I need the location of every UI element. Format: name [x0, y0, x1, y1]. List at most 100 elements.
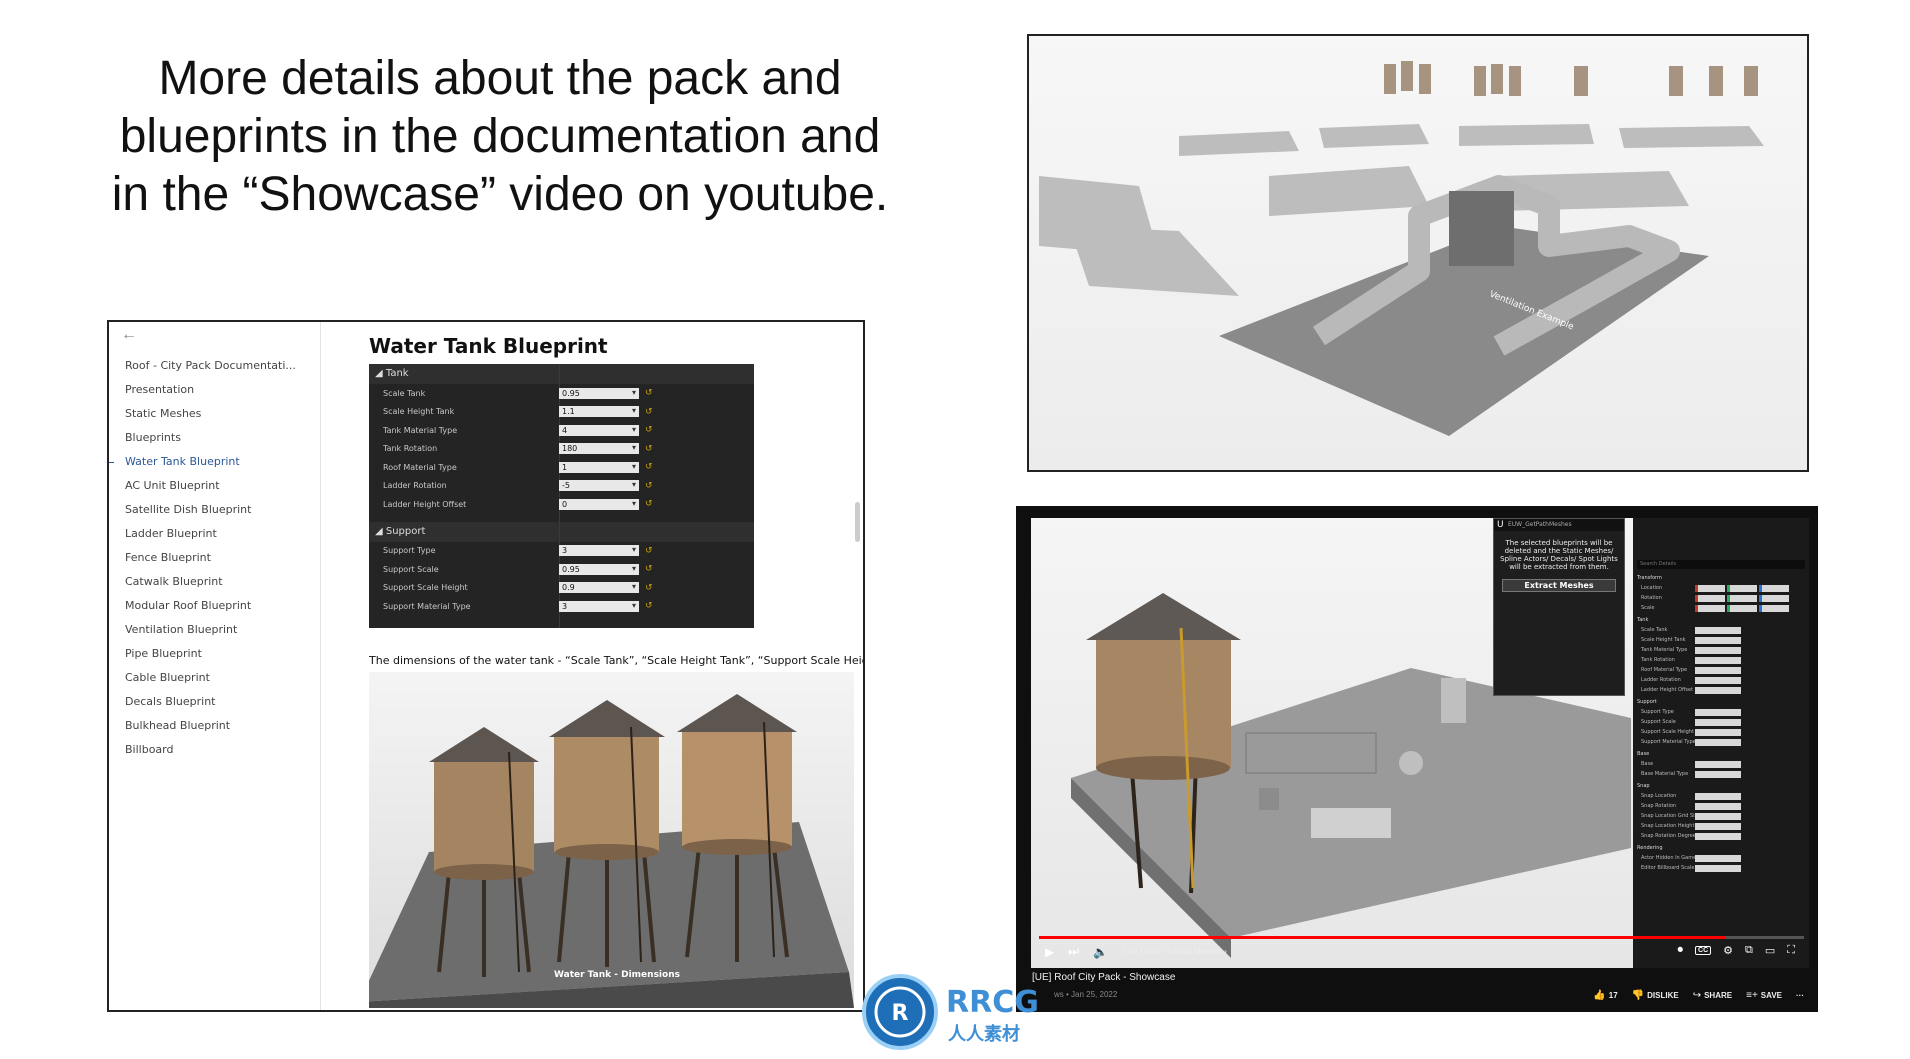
doc-nav-item[interactable]: Water Tank Blueprint: [125, 450, 296, 474]
play-icon[interactable]: ▶: [1045, 945, 1054, 959]
dislike-button[interactable]: 👎 DISLIKE: [1632, 990, 1679, 1001]
details-row-label: Support Scale: [1641, 719, 1676, 725]
details-section-header[interactable]: Support: [1633, 697, 1809, 707]
property-value-field[interactable]: 0.95: [559, 387, 639, 399]
reset-icon[interactable]: ↺: [645, 388, 653, 398]
doc-nav-item[interactable]: Ladder Blueprint: [125, 522, 296, 546]
details-row-field[interactable]: [1695, 686, 1741, 694]
details-row-field[interactable]: [1695, 676, 1741, 684]
like-button[interactable]: 👍 17: [1593, 990, 1617, 1001]
doc-nav-item[interactable]: Cable Blueprint: [125, 666, 296, 690]
details-row-field[interactable]: [1695, 792, 1741, 800]
properties-section-header[interactable]: ◢ Tank: [369, 364, 754, 384]
property-value-field[interactable]: 0.9: [559, 581, 639, 594]
axis-field[interactable]: [1727, 594, 1757, 602]
details-row-field[interactable]: [1695, 770, 1741, 778]
reset-icon[interactable]: ↺: [645, 425, 653, 435]
doc-nav-item[interactable]: Catwalk Blueprint: [125, 570, 296, 594]
axis-field[interactable]: [1759, 584, 1789, 592]
more-icon[interactable]: ···: [1796, 991, 1804, 1000]
details-row-field[interactable]: [1695, 626, 1741, 634]
reset-icon[interactable]: ↺: [645, 564, 653, 574]
property-value-field[interactable]: 1.1: [559, 405, 639, 418]
axis-field[interactable]: [1759, 604, 1789, 612]
volume-icon[interactable]: 🔈: [1093, 945, 1108, 959]
doc-nav-item[interactable]: AC Unit Blueprint: [125, 474, 296, 498]
details-row-field[interactable]: [1695, 646, 1741, 654]
reset-icon[interactable]: ↺: [645, 481, 653, 491]
doc-nav-item[interactable]: Bulkhead Blueprint: [125, 714, 296, 738]
axis-field[interactable]: [1695, 594, 1725, 602]
property-value-field[interactable]: 3: [559, 544, 639, 557]
doc-nav-item[interactable]: Ventilation Blueprint: [125, 618, 296, 642]
captions-icon[interactable]: CC: [1695, 946, 1712, 955]
property-value-field[interactable]: 0.95: [559, 563, 639, 575]
property-value-field[interactable]: 3: [559, 600, 639, 612]
reset-icon[interactable]: ↺: [645, 499, 653, 509]
video-chapter[interactable]: Extract Meshes: [1167, 947, 1222, 956]
next-icon[interactable]: ⏭: [1068, 944, 1079, 959]
property-value-field[interactable]: 180: [559, 442, 639, 455]
video-progress-bar[interactable]: [1039, 936, 1804, 939]
details-section-header[interactable]: Base: [1633, 749, 1809, 759]
reset-icon[interactable]: ↺: [645, 583, 653, 593]
details-search-input[interactable]: Search Details: [1637, 560, 1805, 569]
fullscreen-icon[interactable]: ⛶: [1787, 944, 1795, 957]
doc-nav-item[interactable]: Blueprints: [125, 426, 296, 450]
property-label: Ladder Height Offset: [383, 499, 467, 509]
property-value-field[interactable]: 4: [559, 424, 639, 436]
details-row-field[interactable]: [1695, 802, 1741, 810]
autoplay-toggle-icon[interactable]: ⏺: [1678, 944, 1684, 957]
theater-mode-icon[interactable]: ▭: [1765, 944, 1775, 957]
doc-nav-item[interactable]: Satellite Dish Blueprint: [125, 498, 296, 522]
property-value-field[interactable]: 0: [559, 498, 639, 510]
reset-icon[interactable]: ↺: [645, 444, 653, 454]
property-value-field[interactable]: 1: [559, 461, 639, 473]
reset-icon[interactable]: ↺: [645, 601, 653, 611]
miniplayer-icon[interactable]: ⧉: [1745, 944, 1753, 957]
details-row-field[interactable]: [1695, 854, 1741, 862]
property-row: Support Material Type 3 ↺: [369, 597, 754, 616]
details-row-field[interactable]: [1695, 708, 1741, 716]
details-row-field[interactable]: [1695, 760, 1741, 768]
reset-icon[interactable]: ↺: [645, 407, 653, 417]
extract-meshes-button[interactable]: Extract Meshes: [1502, 579, 1616, 592]
doc-scrollbar[interactable]: [855, 502, 860, 542]
details-row-field[interactable]: [1695, 636, 1741, 644]
doc-nav-item[interactable]: Billboard: [125, 738, 296, 762]
details-row-field[interactable]: [1695, 812, 1741, 820]
details-section-header[interactable]: Tank: [1633, 615, 1809, 625]
details-section-header[interactable]: Snap: [1633, 781, 1809, 791]
details-row-field[interactable]: [1695, 864, 1741, 872]
details-row-field[interactable]: [1695, 656, 1741, 664]
details-section-header[interactable]: Rendering: [1633, 843, 1809, 853]
doc-nav-item[interactable]: Roof - City Pack Documentati...: [125, 354, 296, 378]
properties-section-header[interactable]: ◢ Support: [369, 521, 754, 542]
details-row-field[interactable]: [1695, 822, 1741, 830]
gear-icon[interactable]: ⚙: [1723, 944, 1733, 957]
reset-icon[interactable]: ↺: [645, 546, 653, 556]
details-row-field[interactable]: [1695, 666, 1741, 674]
details-section-header[interactable]: Transform: [1633, 573, 1809, 583]
axis-field[interactable]: [1695, 584, 1725, 592]
doc-nav-item[interactable]: Decals Blueprint: [125, 690, 296, 714]
details-row-field[interactable]: [1695, 718, 1741, 726]
property-value-field[interactable]: -5: [559, 479, 639, 492]
save-button[interactable]: ≡+ SAVE: [1746, 990, 1782, 1001]
video-player[interactable]: ᑌ EUW_GetPathMeshes The selected bluepri…: [1016, 506, 1818, 1012]
doc-nav-item[interactable]: Pipe Blueprint: [125, 642, 296, 666]
details-row-field[interactable]: [1695, 728, 1741, 736]
doc-nav-item[interactable]: Presentation: [125, 378, 296, 402]
doc-nav-item[interactable]: Modular Roof Blueprint: [125, 594, 296, 618]
share-button[interactable]: ↪ SHARE: [1693, 990, 1732, 1001]
axis-field[interactable]: [1727, 604, 1757, 612]
details-row-field[interactable]: [1695, 738, 1741, 746]
axis-field[interactable]: [1727, 584, 1757, 592]
doc-nav-item[interactable]: Fence Blueprint: [125, 546, 296, 570]
doc-nav-item[interactable]: Static Meshes: [125, 402, 296, 426]
axis-field[interactable]: [1759, 594, 1789, 602]
axis-field[interactable]: [1695, 604, 1725, 612]
arrow-left-icon[interactable]: ←: [121, 326, 137, 344]
details-row-field[interactable]: [1695, 832, 1741, 840]
reset-icon[interactable]: ↺: [645, 462, 653, 472]
